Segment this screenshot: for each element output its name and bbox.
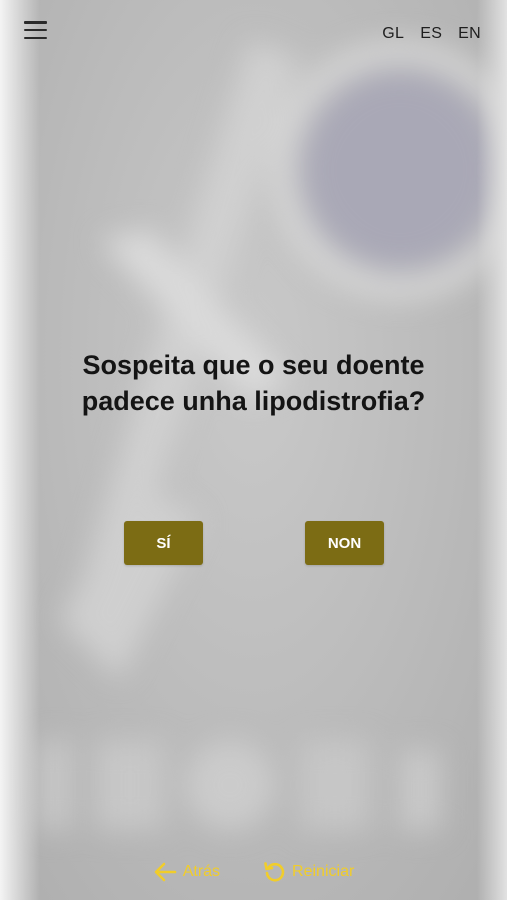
yes-button[interactable]: SÍ [124,521,203,565]
restart-icon [262,860,286,884]
question-line-2: padece unha lipodistrofia? [81,386,426,416]
restart-button[interactable]: Reiniciar [262,860,354,884]
language-gl[interactable]: GL [382,25,404,43]
language-selector: GL ES EN [382,25,481,43]
background-artwork [0,0,507,900]
restart-label: Reiniciar [292,863,355,880]
hamburger-menu-icon[interactable] [24,21,47,39]
left-edge-shade [0,0,40,900]
language-es[interactable]: ES [420,25,442,43]
right-edge-shade [477,0,507,900]
back-label: Atrás [182,863,221,880]
back-button[interactable]: Atrás [153,860,220,884]
question-text: Sospeita que o seu doente padece unha li… [0,347,507,419]
no-button[interactable]: NON [305,521,384,565]
bottom-navigation: Atrás Reiniciar [0,860,507,884]
arrow-left-icon [153,861,177,883]
question-line-1: Sospeita que o seu doente [82,350,425,380]
language-en[interactable]: EN [458,25,481,43]
